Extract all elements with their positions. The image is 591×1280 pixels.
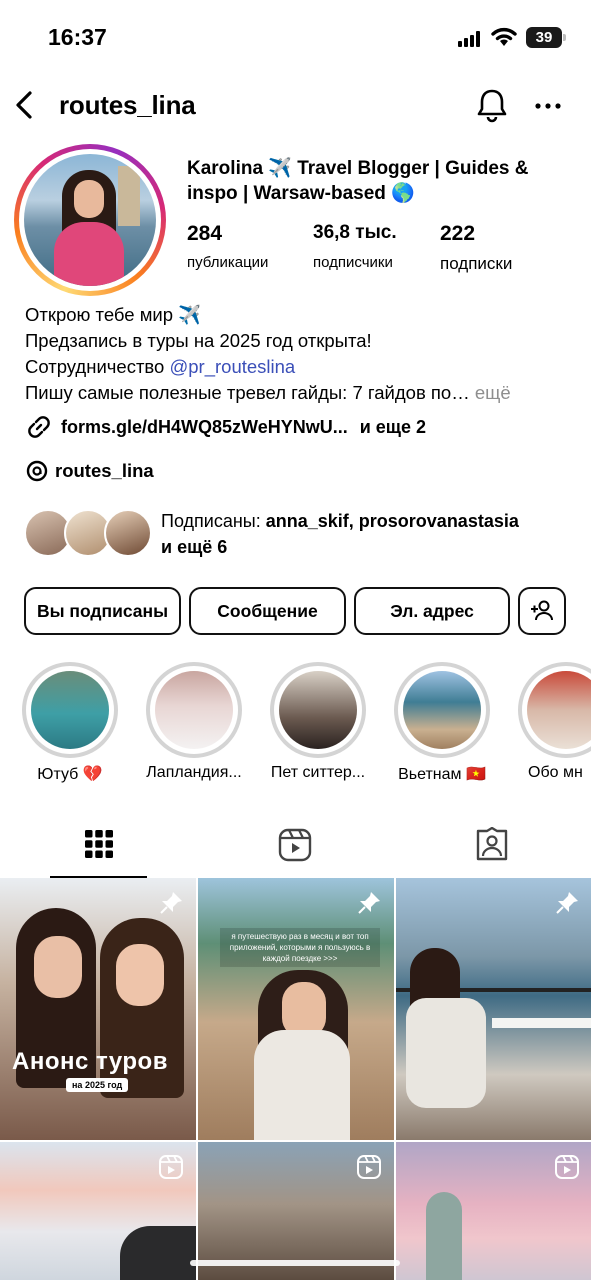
followed-names: anna_skif, prosorovanastasia [265,511,519,531]
pinned-icon [556,892,578,914]
status-bar: 16:37 39 [0,0,591,72]
link-text[interactable]: forms.gle/dH4WQ85zWeHYNwU... [61,417,348,438]
bio-text: Сотрудничество [25,356,170,377]
pinned-icon [358,892,380,914]
highlight-cover [31,671,109,749]
link-icon [28,416,50,438]
stat-followers[interactable]: 36,8 тыс. подписчики [313,222,397,271]
more-icon [535,103,561,109]
bio-text: Пишу самые полезные тревел гайды: 7 гайд… [25,382,470,403]
more-options-button[interactable] [530,86,566,124]
message-button[interactable]: Сообщение [189,587,346,635]
highlight-label: Пет ситтер... [270,764,366,781]
followed-by-text: Подписаны: anna_skif, prosorovanastasia … [161,508,581,560]
profile-header: routes_lina [0,80,591,132]
threads-icon [26,460,48,482]
profile-bio: Открою тебе мир ✈️ Предзапись в туры на … [25,302,575,406]
stat-followers-label: подписчики [313,254,393,271]
battery-icon: 39 [526,27,566,48]
highlight-cover [279,671,357,749]
story-highlight[interactable]: Пет ситтер... [268,662,368,782]
cellular-signal-icon [458,31,484,47]
bio-line: Открою тебе мир ✈️ [25,304,202,325]
reel-icon [159,1155,183,1179]
followed-suffix: и ещё 6 [161,537,228,557]
profile-link[interactable]: forms.gle/dH4WQ85zWeHYNwU... и еще 2 [25,412,426,442]
highlight-cover [155,671,233,749]
status-time: 16:37 [48,24,107,50]
stat-posts[interactable]: 284 публикации [187,222,268,271]
post-tile[interactable]: Анонс туров на 2025 год [0,878,196,1140]
highlight-label: Ютуб 💔 [37,766,103,783]
tab-reels[interactable] [197,812,394,878]
post-overlay-title: Анонс туров [12,1048,168,1075]
highlight-label: Лапландия... [146,764,242,781]
story-highlight[interactable]: Обо мн [516,662,591,782]
bio-line: Предзапись в туры на 2025 год открыта! [25,330,372,351]
tab-tagged[interactable] [394,812,591,878]
add-person-icon [531,600,553,621]
back-button[interactable] [10,88,40,122]
post-overlay-subtitle: на 2025 год [66,1078,129,1092]
email-button[interactable]: Эл. адрес [354,587,510,635]
followed-by[interactable]: Подписаны: anna_skif, prosorovanastasia … [24,506,584,562]
notifications-button[interactable] [474,86,510,124]
bio-line: Пишу самые полезные тревел гайды: 7 гайд… [25,380,575,406]
back-arrow-icon [16,91,32,119]
pinned-icon [160,892,182,914]
bell-icon [477,89,507,123]
stat-following-value: 222 [440,222,476,245]
bio-line: Сотрудничество @pr_routeslina [25,354,575,380]
threads-badge[interactable]: routes_lina [25,456,154,486]
stat-following-label: подписки [440,254,513,273]
story-highlight[interactable]: Вьетнам 🇻🇳 [392,662,492,784]
stat-posts-label: публикации [187,254,269,271]
avatar-photo [24,154,156,286]
reels-icon [278,828,312,862]
grid-icon [85,830,113,858]
highlight-cover [403,671,481,749]
post-overlay-caption: я путешествую раз в месяц и вот топ прил… [220,928,380,967]
highlight-label: Обо мн [528,764,583,781]
post-tile[interactable] [0,1142,196,1280]
tab-posts[interactable] [0,812,197,878]
battery-level: 39 [535,29,553,46]
following-button[interactable]: Вы подписаны [24,587,181,635]
bio-more-link[interactable]: ещё [475,382,511,403]
stat-posts-value: 284 [187,222,223,245]
stat-following[interactable]: 222 подписки [440,222,512,274]
profile-display-name: Karolina ✈️ Travel Blogger | Guides & in… [187,158,529,204]
post-tile[interactable]: я путешествую раз в месяц и вот топ прил… [198,878,394,1140]
suggested-users-button[interactable] [518,587,566,635]
tagged-icon [476,827,508,861]
profile-tabs [0,812,591,878]
home-indicator[interactable] [190,1260,400,1266]
profile-username: routes_lina [59,90,196,120]
highlight-label: Вьетнам 🇻🇳 [398,766,486,783]
post-tile[interactable] [396,1142,591,1280]
highlight-cover [527,671,591,749]
story-highlight[interactable]: Ютуб 💔 [20,662,120,784]
stat-followers-value: 36,8 тыс. [313,222,397,243]
reel-icon [555,1155,579,1179]
threads-username: routes_lina [55,460,154,481]
posts-grid: Анонс туров на 2025 год я путешествую ра… [0,878,591,1280]
more-links[interactable]: и еще 2 [360,417,426,438]
post-tile[interactable] [396,878,591,1140]
bio-mention-link[interactable]: @pr_routeslina [169,356,295,377]
reel-icon [357,1155,381,1179]
follower-avatar [104,509,152,557]
followed-prefix: Подписаны: [161,511,266,531]
story-highlight[interactable]: Лапландия... [144,662,244,782]
profile-avatar[interactable] [14,144,166,296]
wifi-icon [491,27,517,46]
